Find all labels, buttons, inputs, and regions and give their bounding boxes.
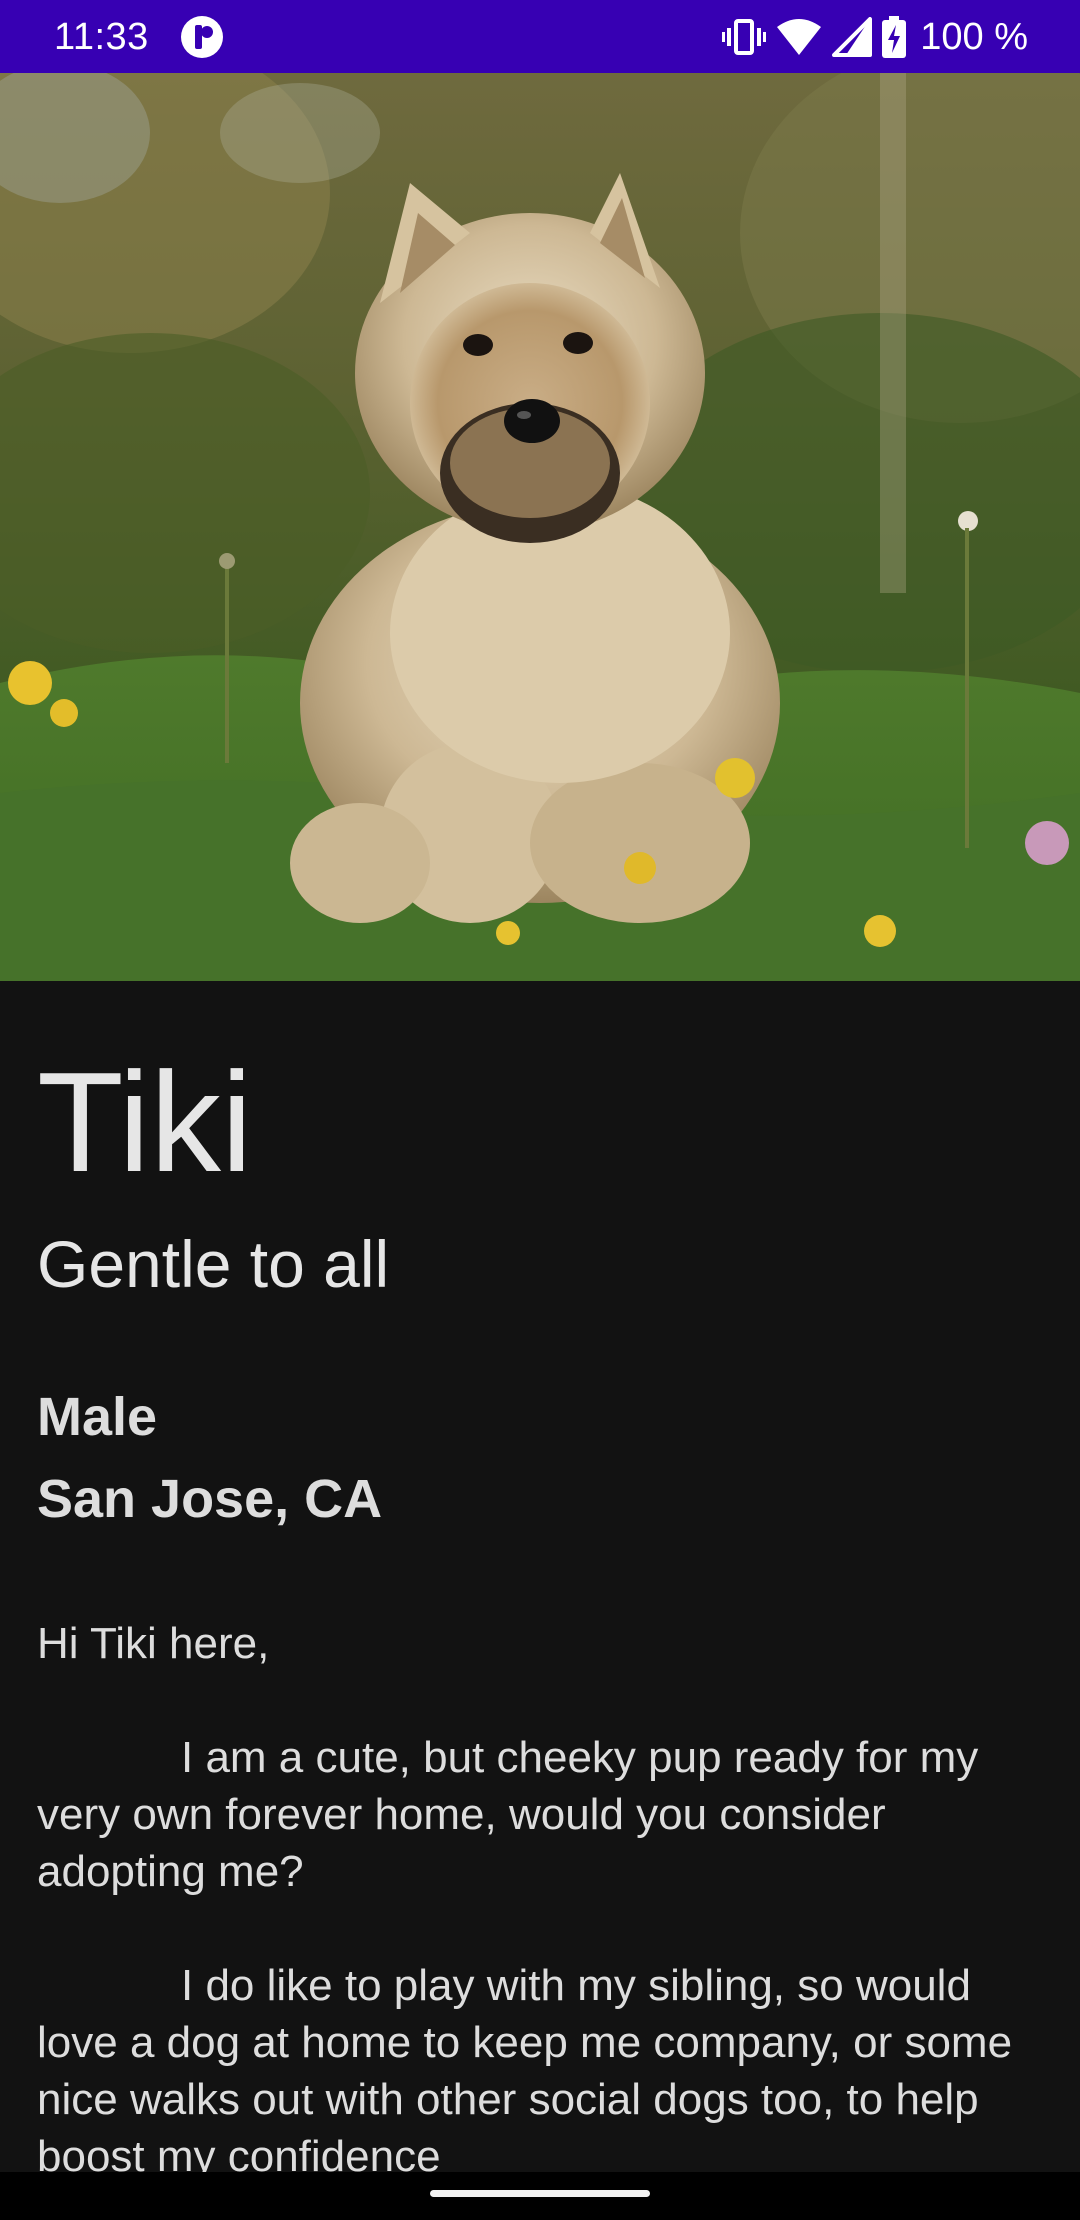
pet-location: San Jose, CA xyxy=(37,1469,383,1529)
cell-signal-icon xyxy=(832,17,873,57)
pet-tagline: Gentle to all xyxy=(37,1227,390,1301)
pet-photo xyxy=(0,73,1080,981)
pet-name: Tiki xyxy=(37,1043,253,1202)
wifi-icon xyxy=(776,17,822,57)
vibrate-icon xyxy=(722,17,767,57)
home-gesture-handle[interactable] xyxy=(430,2190,650,2197)
status-time: 11:33 xyxy=(54,16,149,58)
status-bar: 11:33 100 % xyxy=(0,0,1080,73)
status-icons: 100 % xyxy=(722,12,1028,62)
app-notification-icon xyxy=(180,15,224,59)
navigation-bar xyxy=(0,2172,1080,2220)
pet-bio: Hi Tiki here, I am a cute, but cheeky pu… xyxy=(37,1619,1013,2181)
battery-charging-icon xyxy=(882,16,907,58)
pet-gender: Male xyxy=(37,1387,158,1447)
battery-percentage: 100 % xyxy=(920,16,1028,58)
